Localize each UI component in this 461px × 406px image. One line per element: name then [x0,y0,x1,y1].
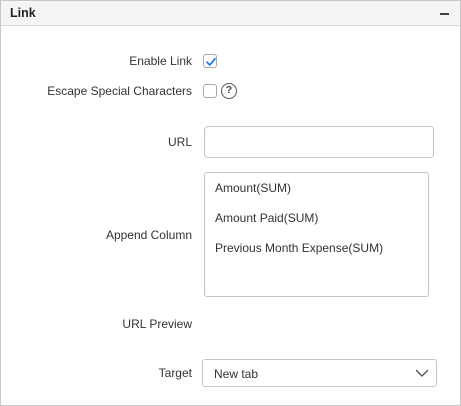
panel-title: Link [10,6,36,20]
minus-icon[interactable] [438,7,452,21]
escape-special-characters-label: Escape Special Characters [47,84,192,98]
url-input[interactable] [204,126,434,158]
target-select[interactable]: New tab [202,359,437,387]
list-item[interactable]: Amount Paid(SUM) [215,211,318,225]
checkmark-icon [206,57,216,66]
panel-header: Link [1,1,460,26]
enable-link-label: Enable Link [129,54,192,68]
question-circle-icon[interactable]: ? [221,83,237,99]
list-item[interactable]: Amount(SUM) [215,181,291,195]
target-select-value: New tab [214,367,259,381]
link-settings-panel: Link Enable Link Escape Special Characte… [0,0,461,406]
target-label: Target [158,366,192,380]
enable-link-checkbox[interactable] [203,54,217,68]
url-label: URL [167,135,192,149]
append-column-label: Append Column [105,228,192,242]
url-preview-label: URL Preview [122,317,192,331]
chevron-down-icon [415,369,429,377]
append-column-list[interactable]: Amount(SUM) Amount Paid(SUM) Previous Mo… [204,172,429,297]
escape-special-characters-checkbox[interactable] [203,84,217,98]
list-item[interactable]: Previous Month Expense(SUM) [215,241,383,255]
